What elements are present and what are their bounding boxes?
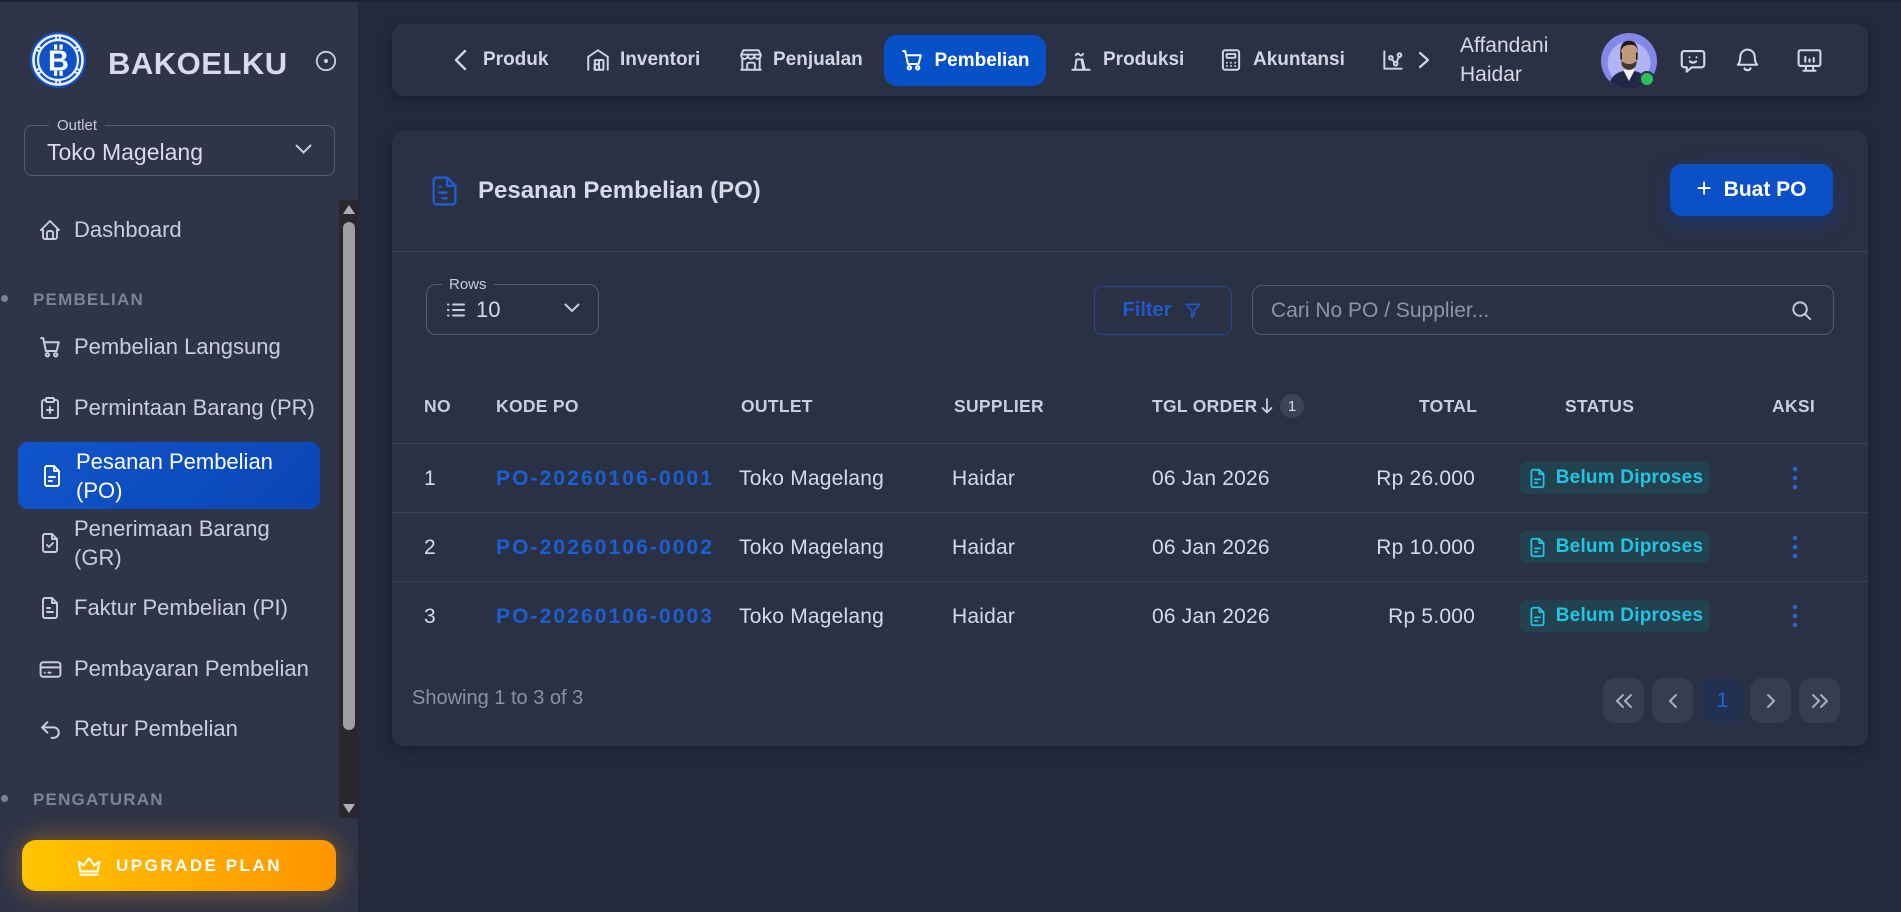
svg-text:B: B bbox=[48, 46, 69, 78]
